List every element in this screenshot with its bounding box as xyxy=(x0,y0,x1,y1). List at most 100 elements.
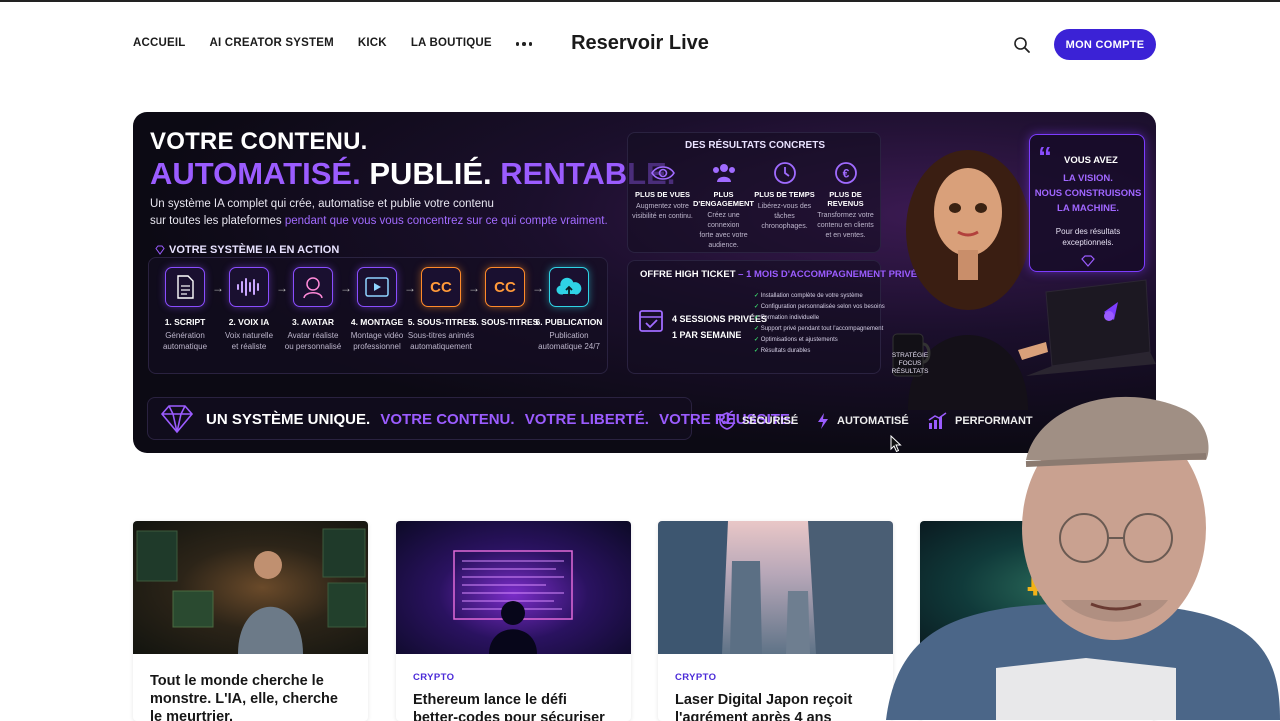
nav-item-accueil[interactable]: ACCUEIL xyxy=(133,37,186,49)
shield-icon xyxy=(719,412,735,430)
results-list: PLUS DE VUES Augmentez votre visibilité e… xyxy=(632,160,876,251)
gem-icon xyxy=(1081,255,1095,267)
step-desc: Publication automatique 24/7 xyxy=(538,331,600,351)
captions-icon: CC xyxy=(485,267,525,307)
users-icon xyxy=(712,164,735,182)
main-nav: ACCUEIL AI CREATOR SYSTEM KICK LA BOUTIQ… xyxy=(133,37,533,49)
svg-text:€: € xyxy=(842,167,849,181)
site-title[interactable]: Reservoir Live xyxy=(571,32,709,54)
article-title[interactable]: Tout le monde cherche le monstre. L'IA, … xyxy=(150,672,351,721)
article-card[interactable]: Tout le monde cherche le monstre. L'IA, … xyxy=(133,521,368,721)
vision-panel: “ VOUS AVEZ LA VISION. NOUS CONSTRUISONS L… xyxy=(1029,134,1145,272)
banner-subtitle: Un système IA complet qui crée, automati… xyxy=(150,196,620,230)
step-script: → 1. SCRIPT Génération automatique xyxy=(153,267,224,352)
webcam-overlay xyxy=(886,368,1280,720)
clock-icon xyxy=(773,162,796,184)
step-label: 6. PUBLICATION xyxy=(535,317,603,327)
sessions-text: 4 SESSIONS PRIVÉES 1 PAR SEMAINE xyxy=(672,314,768,340)
result-item: € PLUS DE REVENUS Transformez votre conte… xyxy=(815,160,876,251)
code-screen-image xyxy=(453,550,573,654)
offer-list-item: Support privé pendant tout l'accompagnem… xyxy=(754,324,885,335)
mouse-cursor-icon xyxy=(890,435,902,453)
step-desc: Voix naturelle et réaliste xyxy=(224,331,274,351)
offer-list-item: Configuration personnalisée selon vos be… xyxy=(754,302,885,313)
nav-item-la-boutique[interactable]: LA BOUTIQUE xyxy=(411,37,492,49)
high-ticket-panel: OFFRE HIGH TICKET – 1 MOIS D'ACCOMPAGNEM… xyxy=(627,260,917,374)
eye-icon xyxy=(650,166,675,180)
waveform-icon xyxy=(229,267,269,307)
result-item: PLUS DE TEMPS Libérez-vous des tâches chro… xyxy=(754,160,815,251)
banner-title-line1: VOTRE CONTENU. xyxy=(150,128,368,155)
step-sous-titres-2: CC → 5. SOUS-TITRES xyxy=(471,267,544,352)
ellipsis-icon[interactable] xyxy=(515,40,533,46)
article-body: CRYPTO Laser Digital Japon reçoit l'agré… xyxy=(658,654,893,721)
system-heading: VOTRE SYSTÈME IA EN ACTION xyxy=(155,244,339,256)
article-title[interactable]: Ethereum lance le défi better-codes pour… xyxy=(413,691,614,721)
step-montage: → 4. MONTAGE Montage vidéo professionnel xyxy=(345,267,416,352)
offer-list-item: Résultats durables xyxy=(754,346,885,357)
article-card[interactable]: CRYPTO Ethereum lance le défi better-cod… xyxy=(396,521,631,721)
search-icon[interactable] xyxy=(1012,35,1032,55)
nav-item-ai-creator-system[interactable]: AI CREATOR SYSTEM xyxy=(210,37,334,49)
step-label: 3. AVATAR xyxy=(291,317,335,327)
step-label: 2. VOIX IA xyxy=(228,317,270,327)
result-label: PLUS D'ENGAGEMENT xyxy=(693,190,754,208)
step-sous-titres: CC → 5. SOUS-TITRES Sous-titres animés au… xyxy=(407,267,480,352)
skyscrapers-image xyxy=(658,521,893,654)
results-title: DES RÉSULTATS CONCRETS xyxy=(684,140,825,151)
tagline-text: UN SYSTÈME UNIQUE. VOTRE CONTENU. VOTRE … xyxy=(206,411,795,428)
step-publication: 6. PUBLICATION Publication automatique 24… xyxy=(535,267,603,352)
step-avatar: → 3. AVATAR Avatar réaliste ou personnali… xyxy=(281,267,352,352)
article-body: Tout le monde cherche le monstre. L'IA, … xyxy=(133,654,368,721)
gem-icon xyxy=(155,245,165,255)
avatar-icon xyxy=(293,267,333,307)
step-label: 5. SOUS-TITRES xyxy=(407,317,475,327)
banner-subtitle-b: sur toutes les plateformes xyxy=(150,215,282,227)
vision-highlight: LA VISION. NOUS CONSTRUISONS LA MACHINE. xyxy=(1034,173,1142,214)
system-steps: → 1. SCRIPT Génération automatique → 2. V… xyxy=(153,267,603,352)
result-desc: Transformez votre contenu en clients et en… xyxy=(817,212,874,239)
result-label: PLUS DE REVENUS xyxy=(827,190,864,208)
article-image[interactable] xyxy=(133,521,368,654)
bolt-icon xyxy=(818,413,828,429)
banner-word-publie: PUBLIÉ. xyxy=(369,156,492,191)
step-voix: → 2. VOIX IA Voix naturelle et réaliste xyxy=(217,267,288,352)
step-desc: Sous-titres animés automatiquement xyxy=(407,331,475,351)
document-icon xyxy=(165,267,205,307)
article-category[interactable]: CRYPTO xyxy=(413,672,614,683)
result-item: PLUS D'ENGAGEMENT Créez une connexion fort… xyxy=(693,160,754,251)
account-button[interactable]: MON COMPTE xyxy=(1054,29,1156,60)
banner-title-line2: AUTOMATISÉ. PUBLIÉ. RENTABLE. xyxy=(150,156,675,192)
vision-line1: VOUS AVEZ xyxy=(1064,155,1118,166)
presenter-video-image xyxy=(886,396,1280,720)
system-heading-text: VOTRE SYSTÈME IA EN ACTION xyxy=(169,244,340,256)
article-card[interactable]: CRYPTO Laser Digital Japon reçoit l'agré… xyxy=(658,521,893,721)
tagline-bar: UN SYSTÈME UNIQUE. VOTRE CONTENU. VOTRE … xyxy=(147,397,794,440)
quote-icon: “ xyxy=(1038,141,1052,172)
article-image[interactable] xyxy=(658,521,893,654)
article-category[interactable]: CRYPTO xyxy=(675,672,876,683)
offer-list-item: Optimisations et ajustements xyxy=(754,335,885,346)
banner-subtitle-highlight: pendant que vous vous concentrez sur ce … xyxy=(284,215,608,227)
banner-word-automatise: AUTOMATISÉ. xyxy=(150,156,361,191)
result-label: PLUS DE VUES xyxy=(634,190,690,199)
analyst-scene-image xyxy=(136,528,367,654)
offer-list-item: Formation individuelle xyxy=(754,313,885,324)
high-ticket-title: OFFRE HIGH TICKET – 1 MOIS D'ACCOMPAGNEM… xyxy=(640,269,918,280)
article-title[interactable]: Laser Digital Japon reçoit l'agrément ap… xyxy=(675,691,876,721)
result-desc: Libérez-vous des tâches chronophages. xyxy=(757,203,812,230)
nav-item-kick[interactable]: KICK xyxy=(358,37,387,49)
step-label: 5. SOUS-TITRES xyxy=(471,317,539,327)
offer-list: Installation complète de votre système C… xyxy=(754,291,885,357)
offer-list-item: Installation complète de votre système xyxy=(754,291,885,302)
results-panel: DES RÉSULTATS CONCRETS PLUS DE VUES Augm… xyxy=(627,132,881,253)
feature-securise: SÉCURISÉ xyxy=(719,412,798,430)
banner-subtitle-a: Un système IA complet qui crée, automati… xyxy=(150,198,494,210)
captions-icon: CC xyxy=(421,267,461,307)
site-header: ACCUEIL AI CREATOR SYSTEM KICK LA BOUTIQ… xyxy=(0,2,1280,84)
calendar-icon xyxy=(639,310,663,332)
step-desc: Génération automatique xyxy=(162,331,208,351)
vision-footer: Pour des résultats exceptionnels. xyxy=(1055,227,1121,247)
article-image[interactable] xyxy=(396,521,631,654)
step-desc: Avatar réaliste ou personnalisé xyxy=(284,331,342,351)
